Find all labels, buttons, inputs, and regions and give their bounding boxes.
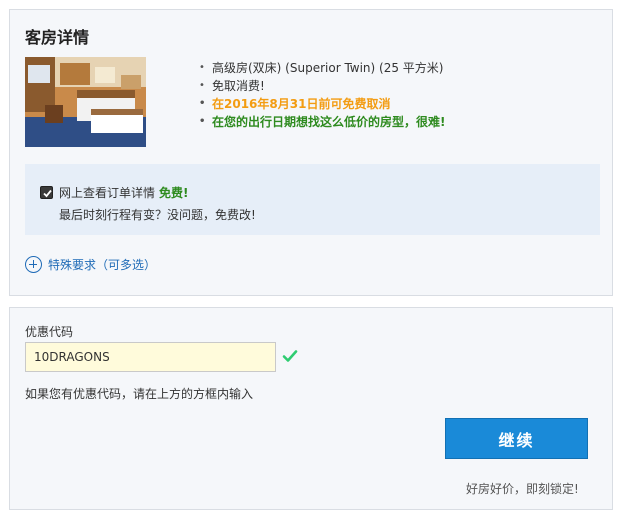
promo-card: 优惠代码 如果您有优惠代码，请在上方的方框内输入 继续 好房好价，即刻锁定! bbox=[9, 307, 613, 510]
notice-line-1: 网上查看订单详情 免费! bbox=[59, 184, 189, 201]
special-requests-link[interactable]: 特殊要求（可多选） bbox=[25, 256, 156, 273]
free-label: 免费! bbox=[159, 186, 189, 200]
no-cancel-fee-item: 免取消费! bbox=[197, 77, 445, 95]
continue-button[interactable]: 继续 bbox=[445, 418, 588, 459]
free-cancel-deadline-item: 在2016年8月31日前可免费取消 bbox=[197, 95, 445, 113]
manage-online-checkbox[interactable] bbox=[40, 186, 53, 199]
promo-code-label: 优惠代码 bbox=[25, 325, 74, 339]
room-photo bbox=[25, 57, 146, 147]
plus-circle-icon bbox=[25, 256, 42, 273]
room-features-list: 高级房(双床) (Superior Twin) (25 平方米) 免取消费! 在… bbox=[197, 59, 445, 131]
promo-code-hint: 如果您有优惠代码，请在上方的方框内输入 bbox=[25, 387, 254, 401]
manage-online-label: 网上查看订单详情 bbox=[59, 186, 156, 200]
promo-code-input[interactable] bbox=[25, 342, 276, 372]
check-mark-icon bbox=[43, 189, 52, 198]
special-requests-label: 特殊要求（可多选） bbox=[48, 258, 157, 272]
room-details-title: 客房详情 bbox=[25, 28, 90, 47]
booking-tagline: 好房好价，即刻锁定! bbox=[466, 482, 579, 496]
low-price-item: 在您的出行日期想找这么低价的房型，很难! bbox=[197, 113, 445, 131]
notice-line-2: 最后时刻行程有变？没问题，免费改! bbox=[59, 208, 256, 222]
manage-booking-notice: 网上查看订单详情 免费! 最后时刻行程有变？没问题，免费改! bbox=[25, 164, 600, 235]
valid-check-icon bbox=[282, 350, 298, 362]
room-details-card: 客房详情 高级房(双床) (Superior Twin) (25 平方米) 免取… bbox=[9, 9, 613, 296]
room-type-item: 高级房(双床) (Superior Twin) (25 平方米) bbox=[197, 59, 445, 77]
